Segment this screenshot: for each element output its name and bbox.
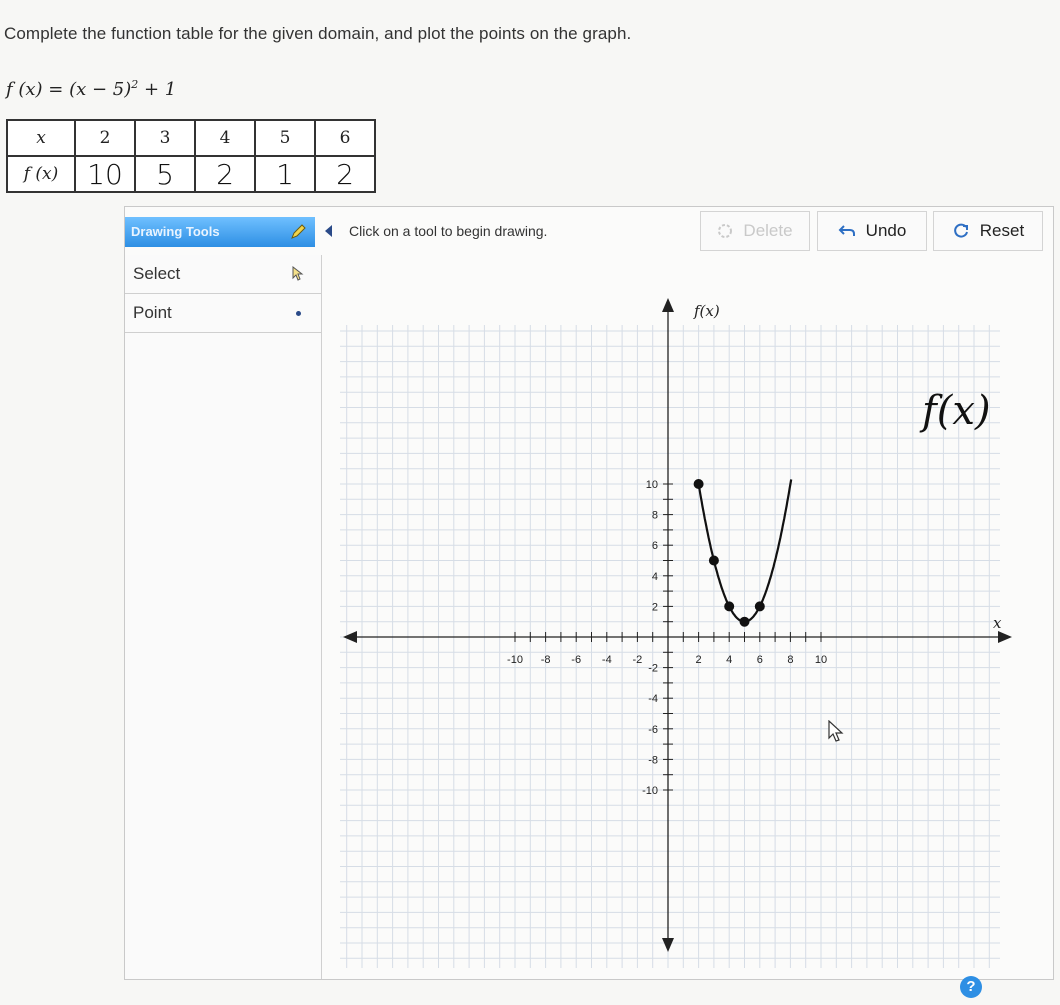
tool-list: Select Point	[125, 255, 322, 979]
undo-label: Undo	[865, 221, 907, 240]
table-row: f (x) 10 5 2 1 2	[6, 155, 376, 193]
tool-point-label: Point	[133, 303, 172, 322]
x-header: x	[6, 119, 76, 157]
fx-input-cell[interactable]: 2	[314, 155, 376, 193]
undo-button[interactable]: Undo	[817, 211, 927, 251]
fx-input-cell[interactable]: 10	[74, 155, 136, 193]
mouse-cursor-icon	[828, 720, 844, 742]
function-formula: f (x) = (x − 5)2 + 1	[6, 78, 177, 100]
tool-select-label: Select	[133, 264, 181, 283]
fx-input-cell[interactable]: 5	[134, 155, 196, 193]
collapse-arrow-icon[interactable]	[325, 225, 332, 237]
drawing-tools-header: Drawing Tools	[125, 217, 315, 247]
instruction-text: Complete the function table for the give…	[4, 24, 632, 43]
x-cell: 6	[314, 119, 376, 157]
fx-header: f (x)	[6, 155, 76, 193]
reset-label: Reset	[979, 221, 1025, 240]
tool-select[interactable]: Select	[125, 255, 321, 294]
x-cell: 3	[134, 119, 196, 157]
fx-input-cell[interactable]: 2	[194, 155, 256, 193]
tool-point[interactable]: Point	[125, 294, 321, 333]
pencil-icon	[291, 224, 306, 239]
help-icon[interactable]: ?	[960, 976, 982, 998]
function-table: x 2 3 4 5 6 f (x) 10 5 2 1 2	[6, 119, 376, 193]
undo-icon	[838, 225, 855, 236]
reset-button[interactable]: Reset	[933, 211, 1043, 251]
select-cursor-icon	[292, 266, 304, 281]
point-icon	[296, 311, 301, 316]
x-cell: 4	[194, 119, 256, 157]
delete-button[interactable]: Delete	[700, 211, 810, 251]
toolbar-hint: Click on a tool to begin drawing.	[349, 223, 548, 239]
handwritten-fx-label: f(x)	[922, 388, 991, 434]
x-cell: 2	[74, 119, 136, 157]
fx-input-cell[interactable]: 1	[254, 155, 316, 193]
delete-label: Delete	[743, 221, 793, 240]
x-cell: 5	[254, 119, 316, 157]
reset-icon	[954, 223, 968, 238]
delete-icon	[718, 224, 733, 238]
table-row: x 2 3 4 5 6	[6, 119, 376, 157]
graphing-panel: Drawing Tools Click on a tool to begin d…	[124, 206, 1054, 980]
